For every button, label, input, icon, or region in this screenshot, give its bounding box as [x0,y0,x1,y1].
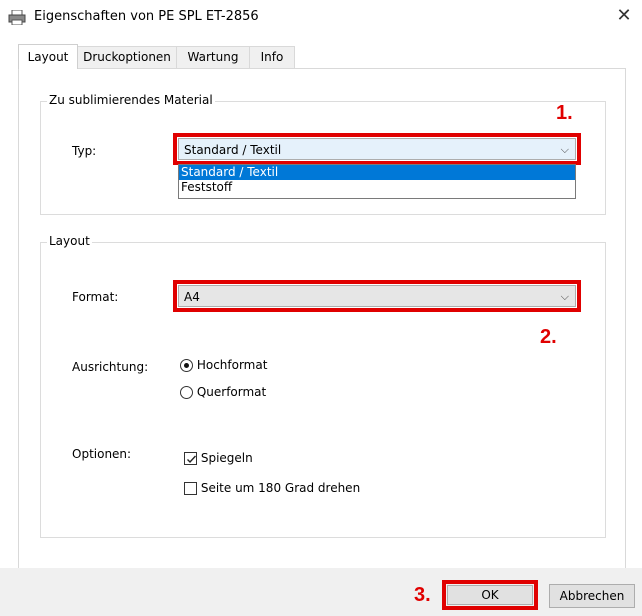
radio-button-icon [180,359,193,372]
layout-group-title: Layout [47,234,92,248]
window-title: Eigenschaften von PE SPL ET-2856 [34,9,259,24]
format-label: Format: [72,290,119,304]
tab-layout[interactable]: Layout [18,44,78,69]
tab-druckoptionen[interactable]: Druckoptionen [77,46,177,68]
typ-value: Standard / Textil [184,143,282,157]
close-icon[interactable]: ✕ [612,4,636,28]
format-value: A4 [184,290,200,304]
annotation-step-3: 3. [414,584,431,606]
typ-combobox[interactable]: Standard / Textil ⌵ [178,138,576,160]
spiegeln-label: Spiegeln [200,451,253,465]
title-bar: Eigenschaften von PE SPL ET-2856 ✕ [0,0,642,34]
checkbox-checked-icon [184,452,197,465]
tab-wartung[interactable]: Wartung [176,46,250,68]
hochformat-label: Hochformat [196,358,268,372]
button-bar [0,568,642,616]
radio-hochformat[interactable]: Hochformat [180,358,267,372]
annotation-step-2: 2. [540,326,557,348]
radio-button-icon [180,386,193,399]
checkbox-unchecked-icon [184,482,197,495]
chevron-down-icon: ⌵ [560,143,569,156]
checkbox-spiegeln[interactable]: Spiegeln [184,451,253,465]
dropdown-option-feststoff[interactable]: Feststoff [179,180,575,195]
checkbox-drehen[interactable]: Seite um 180 Grad drehen [184,481,360,495]
drehen-label: Seite um 180 Grad drehen [200,481,361,495]
radio-querformat[interactable]: Querformat [180,385,266,399]
material-group-title: Zu sublimierendes Material [47,93,215,107]
chevron-down-icon: ⌵ [560,290,569,303]
optionen-label: Optionen: [72,447,132,461]
cancel-button[interactable]: Abbrechen [549,584,635,608]
annotation-step-1: 1. [556,102,573,124]
format-combobox[interactable]: A4 ⌵ [178,285,576,307]
tab-info[interactable]: Info [249,46,295,68]
querformat-label: Querformat [196,385,267,399]
ausrichtung-label: Ausrichtung: [72,360,149,374]
typ-dropdown-list: Standard / Textil Feststoff [178,164,576,199]
ok-button[interactable]: OK [447,585,533,605]
dropdown-option-standard-textil[interactable]: Standard / Textil [179,165,575,180]
typ-label: Typ: [72,144,97,158]
printer-icon [8,10,26,25]
